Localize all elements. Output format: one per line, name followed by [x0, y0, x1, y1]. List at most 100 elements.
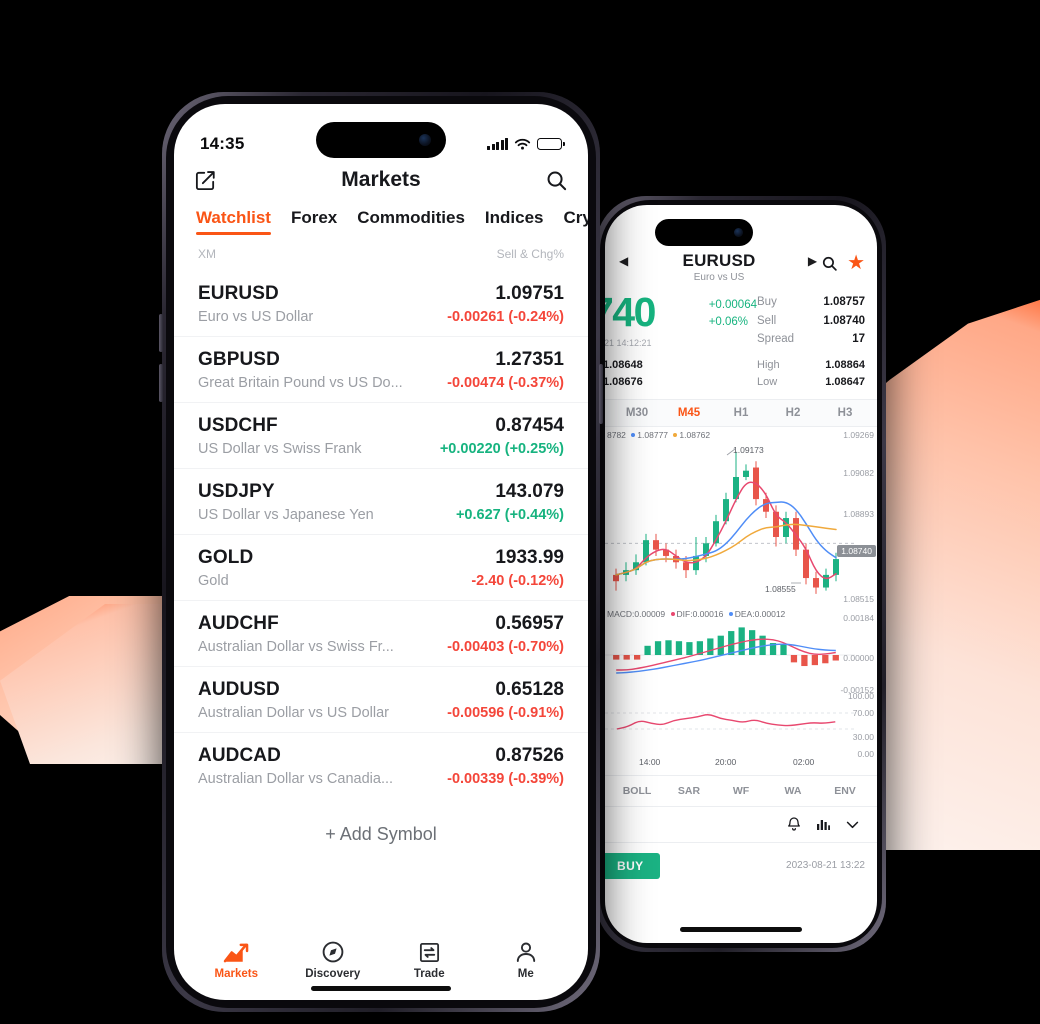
star-filled-icon[interactable]: ★: [847, 253, 865, 273]
phone1-volume-down-button[interactable]: [159, 364, 163, 402]
row-price: 0.65128: [495, 679, 564, 700]
row-change: -0.00596 (-0.91%): [447, 705, 564, 721]
ma-value-0: 8782: [607, 429, 626, 440]
phone1-home-indicator[interactable]: [311, 986, 451, 991]
row-change: +0.627 (+0.44%): [455, 507, 564, 523]
watchlist-row[interactable]: AUDCAD 0.87526 Australian Dollar vs Canadi…: [174, 732, 588, 798]
buy-button[interactable]: BUY: [605, 852, 660, 879]
row-description: Australian Dollar vs US Dollar: [198, 705, 389, 721]
row-price: 0.87526: [495, 745, 564, 766]
tabbar-item-markets[interactable]: Markets: [188, 939, 285, 980]
high-low-block: 1.08648 1.08676 High 1.08864 Low 1.08647: [605, 355, 877, 399]
phone-chart-device: ◀ EURUSD Euro vs US ▶ ★ 740 08-21 14:12:…: [594, 196, 886, 952]
timeframe-m45[interactable]: M45: [663, 407, 715, 419]
chart-footer: BUY 2023-08-21 13:22: [605, 843, 877, 879]
list-column-headers: XM Sell & Chg%: [174, 235, 588, 271]
watchlist-row[interactable]: EURUSD 1.09751 Euro vs US Dollar -0.00261 (…: [174, 271, 588, 336]
tab-cryptocurrency[interactable]: Cryptocurr: [564, 208, 588, 235]
macd-legend: MACD:0.00009 DIF:0.00016 DEA:0.00012: [607, 608, 786, 619]
symbol-title-block[interactable]: EURUSD Euro vs US: [632, 251, 806, 283]
phone2-screen: ◀ EURUSD Euro vs US ▶ ★ 740 08-21 14:12:…: [605, 205, 877, 943]
tab-forex[interactable]: Forex: [291, 208, 337, 235]
row-price: 0.87454: [495, 415, 564, 436]
tabbar-item-me[interactable]: Me: [478, 939, 575, 980]
timeframe-h2[interactable]: H2: [767, 407, 819, 419]
price-chart[interactable]: 8782 1.08777 1.08762 1.09269 1.09082 1.0…: [605, 427, 877, 767]
tabbar-item-discovery[interactable]: Discovery: [285, 939, 382, 980]
indicator-wa[interactable]: WA: [767, 785, 819, 797]
low-value: 1.08647: [825, 375, 865, 388]
row-price: 1.27351: [495, 349, 564, 370]
row-description: Australian Dollar vs Canadia...: [198, 771, 394, 787]
caret-right-icon[interactable]: ▶: [806, 251, 821, 267]
phone2-home-indicator[interactable]: [680, 927, 802, 932]
chart-low-annotation: 1.08555: [765, 583, 796, 594]
person-icon: [478, 939, 575, 965]
high-label: High: [757, 358, 780, 371]
phone1-power-button[interactable]: [599, 364, 603, 424]
chart-symbol-subtitle: Euro vs US: [693, 272, 745, 283]
timeframe-h3[interactable]: H3: [819, 407, 871, 419]
rsi-tick-2: 30.00: [852, 731, 874, 742]
row-symbol: GOLD: [198, 547, 254, 568]
row-change: +0.00220 (+0.25%): [439, 441, 564, 457]
rsi-tick-1: 70.00: [852, 707, 874, 718]
tabbar-label-markets: Markets: [214, 968, 258, 980]
row-price: 143.079: [495, 481, 564, 502]
indicator-tabs: BOLL SAR WF WA ENV: [605, 774, 877, 806]
indicator-wf[interactable]: WF: [715, 785, 767, 797]
ma-value-2: 1.08762: [679, 429, 711, 440]
row-change: -0.00339 (-0.39%): [447, 771, 564, 787]
quote-price-block: 740 08-21 14:12:21: [605, 292, 705, 349]
alarm-bell-icon[interactable]: [786, 816, 802, 832]
row-change: -0.00261 (-0.24%): [447, 309, 564, 325]
watchlist-row[interactable]: USDJPY 143.079 US Dollar vs Japanese Yen +0…: [174, 468, 588, 534]
time-tick-2: 02:00: [793, 756, 815, 767]
col-header-left: XM: [198, 247, 216, 261]
bid-label: Spread: [757, 333, 795, 346]
indicator-env[interactable]: ENV: [819, 785, 871, 797]
tab-commodities[interactable]: Commodities: [357, 208, 465, 235]
tabbar-label-discovery: Discovery: [305, 968, 361, 980]
extra-prices: 1.08648 1.08676: [605, 357, 757, 391]
tabbar-item-trade[interactable]: Trade: [381, 939, 478, 980]
signal-bars-icon: [487, 137, 508, 150]
add-symbol-button[interactable]: + Add Symbol: [174, 798, 588, 855]
search-icon[interactable]: [821, 255, 838, 272]
candlestick-svg: [605, 448, 855, 594]
indicator-boll[interactable]: BOLL: [611, 785, 663, 797]
chart-header-actions: ★: [821, 251, 865, 273]
macd-dot-dif: [670, 612, 675, 617]
search-icon[interactable]: [545, 169, 568, 192]
edit-compose-icon[interactable]: [194, 169, 217, 192]
tab-indices[interactable]: Indices: [485, 208, 544, 235]
chevron-down-icon[interactable]: [844, 816, 861, 833]
bar-chart-icon[interactable]: [815, 816, 831, 832]
bid-label: Buy: [757, 296, 777, 308]
watchlist-row[interactable]: GOLD 1933.99 Gold -2.40 (-0.12%): [174, 534, 588, 600]
watchlist-row[interactable]: USDCHF 0.87454 US Dollar vs Swiss Frank +0.…: [174, 402, 588, 468]
row-price: 1.09751: [495, 283, 564, 304]
caret-left-icon[interactable]: ◀: [617, 251, 632, 267]
watchlist-row[interactable]: GBPUSD 1.27351 Great Britain Pound vs US D…: [174, 336, 588, 402]
markets-navbar: Markets: [174, 158, 588, 198]
footer-timestamp: 2023-08-21 13:22: [786, 860, 865, 872]
macd-svg: [605, 627, 855, 674]
timeframe-tabs: M30 M45 H1 H2 H3: [605, 398, 877, 427]
macd-tick-0: 0.00184: [843, 612, 874, 623]
indicator-sar[interactable]: SAR: [663, 785, 715, 797]
row-price: 1933.99: [495, 547, 564, 568]
watchlist-row[interactable]: AUDUSD 0.65128 Australian Dollar vs US Dol…: [174, 666, 588, 732]
phone1-screen: 14:35 Markets Watchlist Forex Commoditie…: [174, 104, 588, 1000]
timeframe-h1[interactable]: H1: [715, 407, 767, 419]
row-symbol: AUDUSD: [198, 679, 280, 700]
bid-value: 1.08757: [823, 296, 865, 308]
phone1-dynamic-island: [316, 122, 446, 158]
row-change: -0.00403 (-0.70%): [447, 639, 564, 655]
ma-value-1: 1.08777: [637, 429, 669, 440]
timeframe-m30[interactable]: M30: [611, 407, 663, 419]
phone1-volume-up-button[interactable]: [159, 314, 163, 352]
row-description: US Dollar vs Japanese Yen: [198, 507, 374, 523]
watchlist-row[interactable]: AUDCHF 0.56957 Australian Dollar vs Swiss …: [174, 600, 588, 666]
tab-watchlist[interactable]: Watchlist: [196, 208, 271, 235]
